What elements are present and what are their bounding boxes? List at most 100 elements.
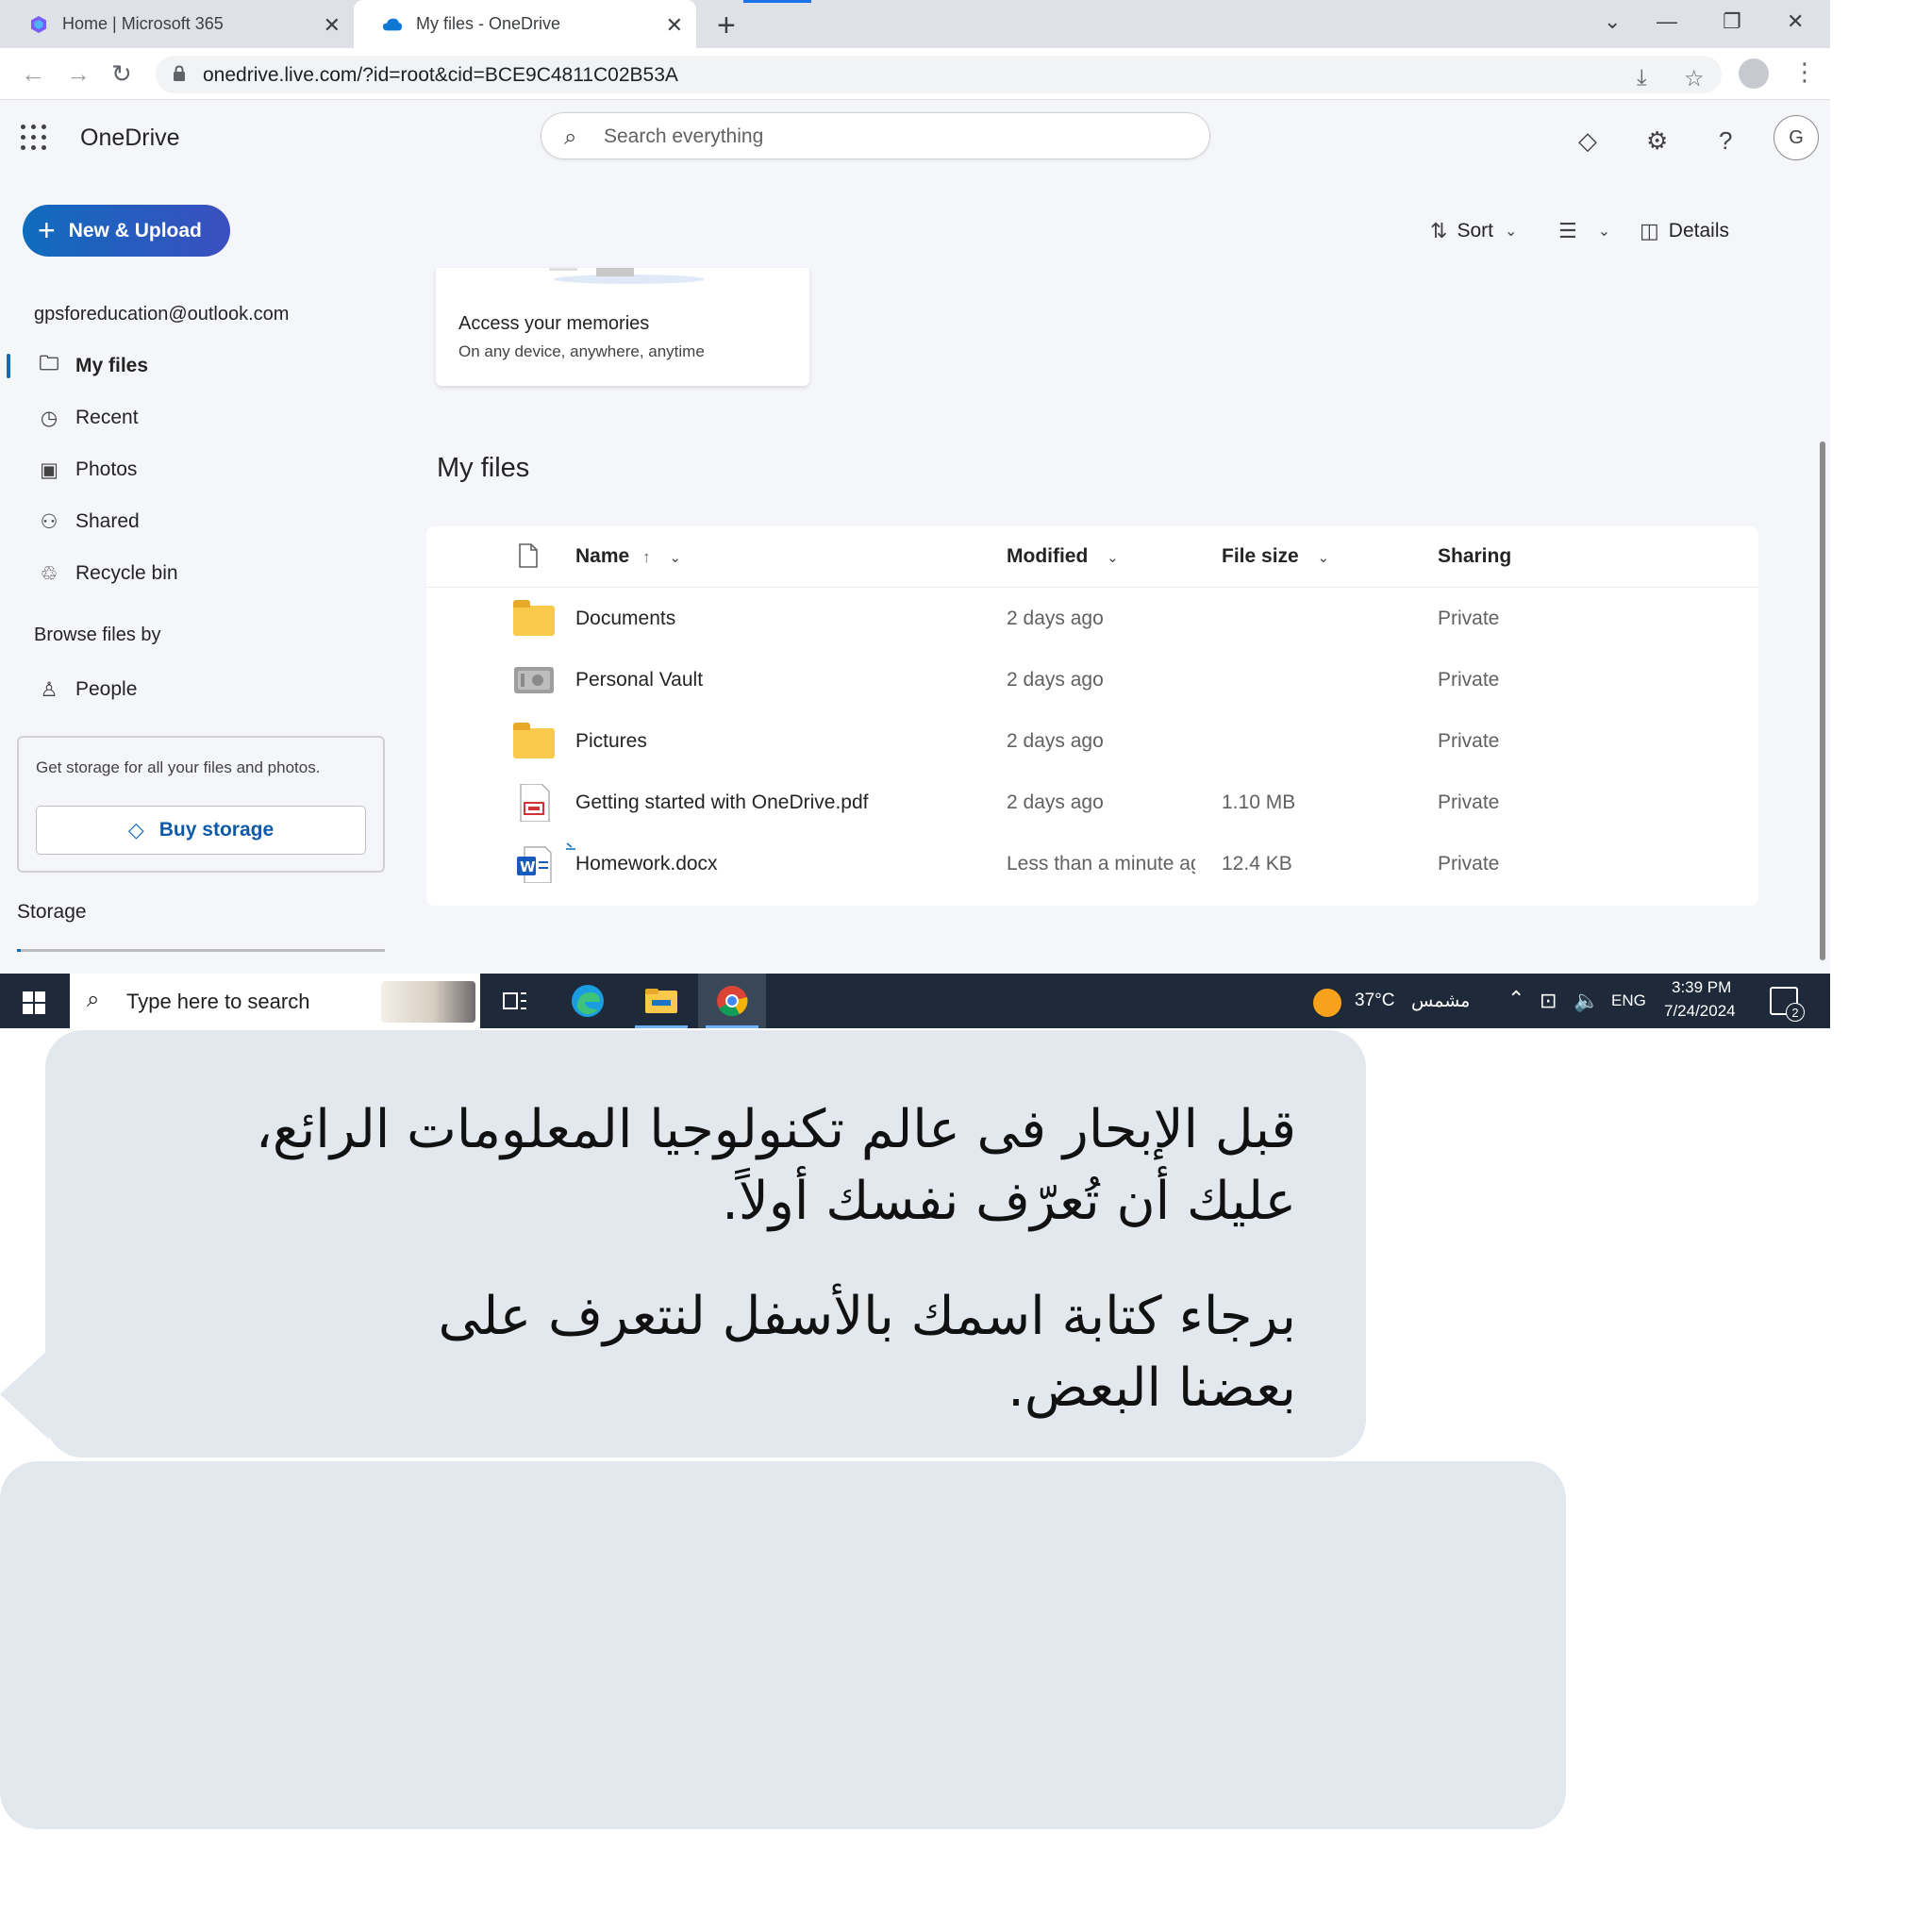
taskbar-search-input[interactable]: ⌕ Type here to search	[70, 974, 480, 1028]
app-title[interactable]: OneDrive	[80, 125, 180, 152]
file-sharing[interactable]: Private	[1438, 730, 1499, 753]
help-icon[interactable]: ?	[1719, 126, 1732, 156]
chevron-down-icon: ⌄	[1597, 224, 1611, 240]
task-view-icon[interactable]	[481, 974, 549, 1028]
network-icon[interactable]: ⊡	[1540, 989, 1557, 1013]
back-button[interactable]: ←	[21, 59, 45, 89]
reload-button[interactable]: ↻	[111, 59, 132, 89]
sort-button[interactable]: ⇅ Sort ⌄	[1430, 219, 1517, 243]
restore-button[interactable]: ❐	[1723, 9, 1741, 34]
table-row[interactable]: Documents 2 days ago Private	[426, 589, 1758, 650]
url-field[interactable]: onedrive.live.com/?id=root&cid=BCE9C4811…	[156, 56, 1722, 93]
nav-label: Shared	[75, 510, 140, 532]
forward-button[interactable]: →	[66, 59, 91, 89]
table-row[interactable]: Personal Vault 2 days ago Private	[426, 650, 1758, 711]
buy-storage-button[interactable]: ◇ Buy storage	[36, 806, 366, 855]
storage-usage-bar	[17, 949, 385, 952]
lock-icon	[174, 65, 185, 81]
file-sharing[interactable]: Private	[1438, 669, 1499, 691]
memories-subtitle: On any device, anywhere, anytime	[458, 342, 705, 360]
details-button[interactable]: ◫ Details	[1640, 219, 1729, 243]
clock-date[interactable]: 7/24/2024	[1664, 1002, 1736, 1021]
file-sharing[interactable]: Private	[1438, 608, 1499, 630]
column-modified[interactable]: Modified ⌄	[1007, 545, 1119, 568]
view-options-button[interactable]: ☰ ⌄	[1558, 219, 1610, 243]
nav-photos[interactable]: ▣ Photos	[38, 455, 137, 485]
name-answer-box[interactable]	[0, 1461, 1566, 1829]
table-row[interactable]: W Homework.docx Less than a minute ag 12…	[426, 834, 1758, 895]
chevron-down-icon: ⌄	[1504, 224, 1518, 240]
weather-condition[interactable]: مشمس	[1411, 991, 1470, 1012]
nav-label: Recycle bin	[75, 562, 178, 584]
table-row[interactable]: Pictures 2 days ago Private	[426, 711, 1758, 773]
new-upload-button[interactable]: + New & Upload	[23, 205, 230, 257]
file-name[interactable]: Personal Vault	[575, 669, 703, 691]
pdf-file-icon	[520, 784, 550, 822]
account-email: gpsforeducation@outlook.com	[34, 304, 290, 325]
temperature[interactable]: 37°C	[1355, 991, 1394, 1011]
message-line-1: قبل الإبحار فى عالم تكنولوجيا المعلومات …	[255, 1099, 1296, 1160]
notification-center-icon[interactable]: 2	[1770, 987, 1805, 1022]
recycle-bin-icon: ♲	[40, 562, 58, 585]
tab-accent-line	[743, 0, 811, 3]
account-avatar[interactable]: G	[1774, 115, 1819, 160]
sort-icon: ⇅	[1430, 219, 1448, 242]
search-highlight-image	[381, 981, 475, 1023]
file-sharing[interactable]: Private	[1438, 853, 1499, 875]
app-launcher-icon[interactable]	[21, 125, 47, 151]
input-language[interactable]: ENG	[1611, 991, 1646, 1010]
person-icon: ♙	[40, 678, 58, 701]
chrome-browser-icon[interactable]	[698, 974, 766, 1028]
settings-gear-icon[interactable]: ⚙	[1646, 126, 1668, 156]
url-text: onedrive.live.com/?id=root&cid=BCE9C4811…	[203, 64, 678, 86]
file-explorer-icon[interactable]	[627, 974, 695, 1028]
file-sharing[interactable]: Private	[1438, 791, 1499, 814]
file-type-icon	[519, 543, 538, 568]
table-row[interactable]: Getting started with OneDrive.pdf 2 days…	[426, 773, 1758, 834]
close-tab-icon[interactable]: ✕	[324, 13, 341, 38]
minimize-button[interactable]: —	[1657, 9, 1677, 34]
install-app-icon[interactable]: ⤓	[1637, 65, 1647, 92]
chevron-down-icon: ⌄	[1317, 550, 1330, 566]
clock-time[interactable]: 3:39 PM	[1672, 978, 1731, 997]
column-modified-label: Modified	[1007, 545, 1089, 567]
tab-microsoft-365[interactable]: Home | Microsoft 365 ✕	[0, 0, 354, 48]
nav-my-files[interactable]: 🗀 My files	[38, 351, 149, 381]
nav-shared[interactable]: ⚇ Shared	[38, 507, 140, 537]
column-name[interactable]: Name ↑ ⌄	[575, 545, 681, 568]
column-file-size[interactable]: File size ⌄	[1222, 545, 1329, 568]
tab-onedrive[interactable]: My files - OneDrive ✕	[354, 0, 696, 48]
show-hidden-icons-icon[interactable]: ⌃	[1507, 987, 1524, 1011]
tab-search-icon[interactable]: ⌄	[1604, 9, 1621, 34]
search-input[interactable]: ⌕ Search everything	[541, 112, 1210, 159]
weather-sun-icon[interactable]	[1313, 989, 1341, 1017]
windows-start-icon[interactable]	[23, 991, 45, 1014]
premium-diamond-icon[interactable]: ◇	[1578, 126, 1597, 156]
onedrive-cloud-icon	[382, 18, 403, 30]
close-tab-icon[interactable]: ✕	[666, 13, 683, 38]
browser-menu-icon[interactable]: ⋮	[1792, 58, 1817, 87]
bookmark-star-icon[interactable]: ☆	[1684, 65, 1705, 92]
speech-bubble-tail	[0, 1349, 49, 1440]
profile-avatar-icon[interactable]	[1739, 58, 1769, 89]
nav-recent[interactable]: ◷ Recent	[38, 403, 139, 433]
close-window-button[interactable]: ✕	[1787, 9, 1804, 34]
edge-browser-icon[interactable]	[554, 974, 622, 1028]
new-tab-button[interactable]: +	[717, 8, 736, 44]
search-placeholder: Search everything	[604, 125, 764, 147]
sort-ascending-icon: ↑	[642, 548, 651, 566]
windows-taskbar: ⌕ Type here to search 37°C مشمس ⌃ ⊡ 🔈 EN…	[0, 974, 1830, 1028]
file-name[interactable]: Documents	[575, 608, 675, 630]
folder-icon: 🗀	[39, 352, 59, 375]
file-name[interactable]: Pictures	[575, 730, 647, 753]
column-sharing[interactable]: Sharing	[1438, 545, 1511, 568]
nav-people[interactable]: ♙ People	[38, 675, 138, 705]
memories-card[interactable]: Access your memories On any device, anyw…	[436, 268, 809, 386]
nav-label: Photos	[75, 458, 138, 480]
volume-icon[interactable]: 🔈	[1574, 989, 1599, 1013]
file-size: 1.10 MB	[1222, 791, 1296, 813]
file-name[interactable]: Getting started with OneDrive.pdf	[575, 791, 868, 814]
nav-recycle-bin[interactable]: ♲ Recycle bin	[38, 558, 178, 589]
file-name[interactable]: Homework.docx	[575, 853, 718, 875]
page-scrollbar[interactable]	[1820, 441, 1825, 960]
